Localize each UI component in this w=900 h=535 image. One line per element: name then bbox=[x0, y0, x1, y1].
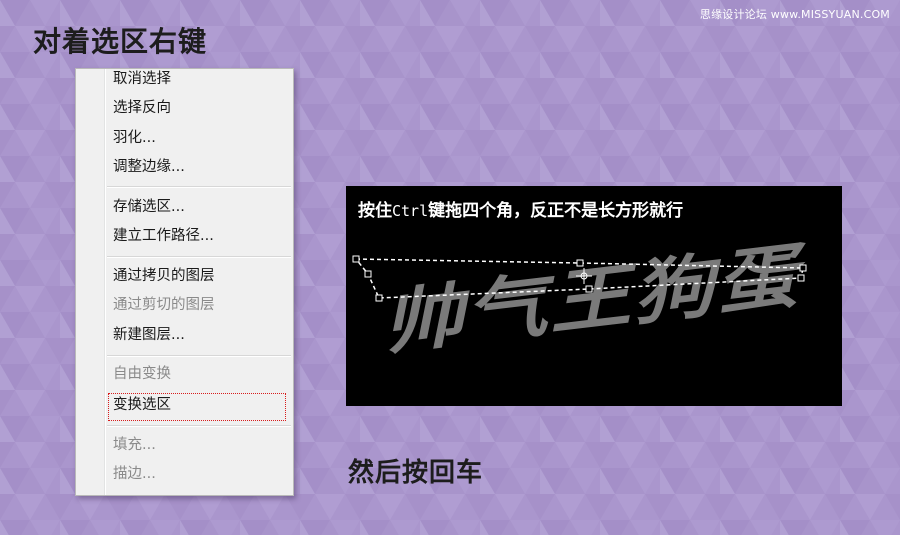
menu-item-layer-via-cut: 通过剪切的图层 bbox=[113, 297, 215, 313]
context-menu: 取消选择 选择反向 羽化... 调整边缘... 存储选区... 建立工作路径..… bbox=[75, 68, 294, 496]
menu-separator bbox=[107, 256, 291, 258]
transform-handle[interactable] bbox=[799, 264, 807, 272]
page-title: 对着选区右键 bbox=[33, 25, 208, 58]
menu-item-transform-selection[interactable]: 变换选区 bbox=[113, 395, 171, 415]
watermark-text: 思缘设计论坛 www.MISSYUAN.COM bbox=[699, 8, 890, 21]
transform-handle[interactable] bbox=[585, 285, 593, 293]
menu-item-feather[interactable]: 羽化... bbox=[113, 128, 156, 148]
menu-item-layer-via-copy[interactable]: 通过拷贝的图层 bbox=[113, 266, 215, 286]
transform-handle[interactable] bbox=[352, 255, 360, 263]
menu-gutter-highlight bbox=[105, 69, 106, 495]
menu-separator bbox=[107, 355, 291, 357]
transform-handle[interactable] bbox=[364, 270, 372, 278]
menu-item-save-selection[interactable]: 存储选区... bbox=[113, 197, 185, 217]
menu-item-free-transform: 自由变换 bbox=[113, 366, 171, 382]
instruction-footer: 然后按回车 bbox=[348, 458, 484, 488]
menu-item-refine-edge[interactable]: 调整边缘... bbox=[113, 157, 185, 177]
transform-handle[interactable] bbox=[375, 294, 383, 302]
menu-item-select-inverse[interactable]: 选择反向 bbox=[113, 98, 171, 118]
transform-handle[interactable] bbox=[797, 274, 805, 282]
transform-handle[interactable] bbox=[576, 259, 584, 267]
art-text-shuaiqi-wang-goudan: 帅气王狗蛋 bbox=[380, 233, 814, 365]
menu-item-new-layer[interactable]: 新建图层... bbox=[113, 325, 185, 345]
transform-canvas: 帅气王狗蛋 bbox=[352, 233, 814, 365]
example-canvas-panel: 按住Ctrl键拖四个角，反正不是长方形就行 帅气王狗蛋 bbox=[346, 186, 842, 406]
menu-item-deselect[interactable]: 取消选择 bbox=[113, 69, 171, 89]
menu-item-fill: 填充... bbox=[113, 437, 156, 453]
menu-separator bbox=[107, 186, 291, 188]
menu-item-make-work-path[interactable]: 建立工作路径... bbox=[113, 226, 214, 246]
menu-separator bbox=[107, 425, 291, 427]
menu-item-stroke: 描边... bbox=[113, 466, 156, 482]
